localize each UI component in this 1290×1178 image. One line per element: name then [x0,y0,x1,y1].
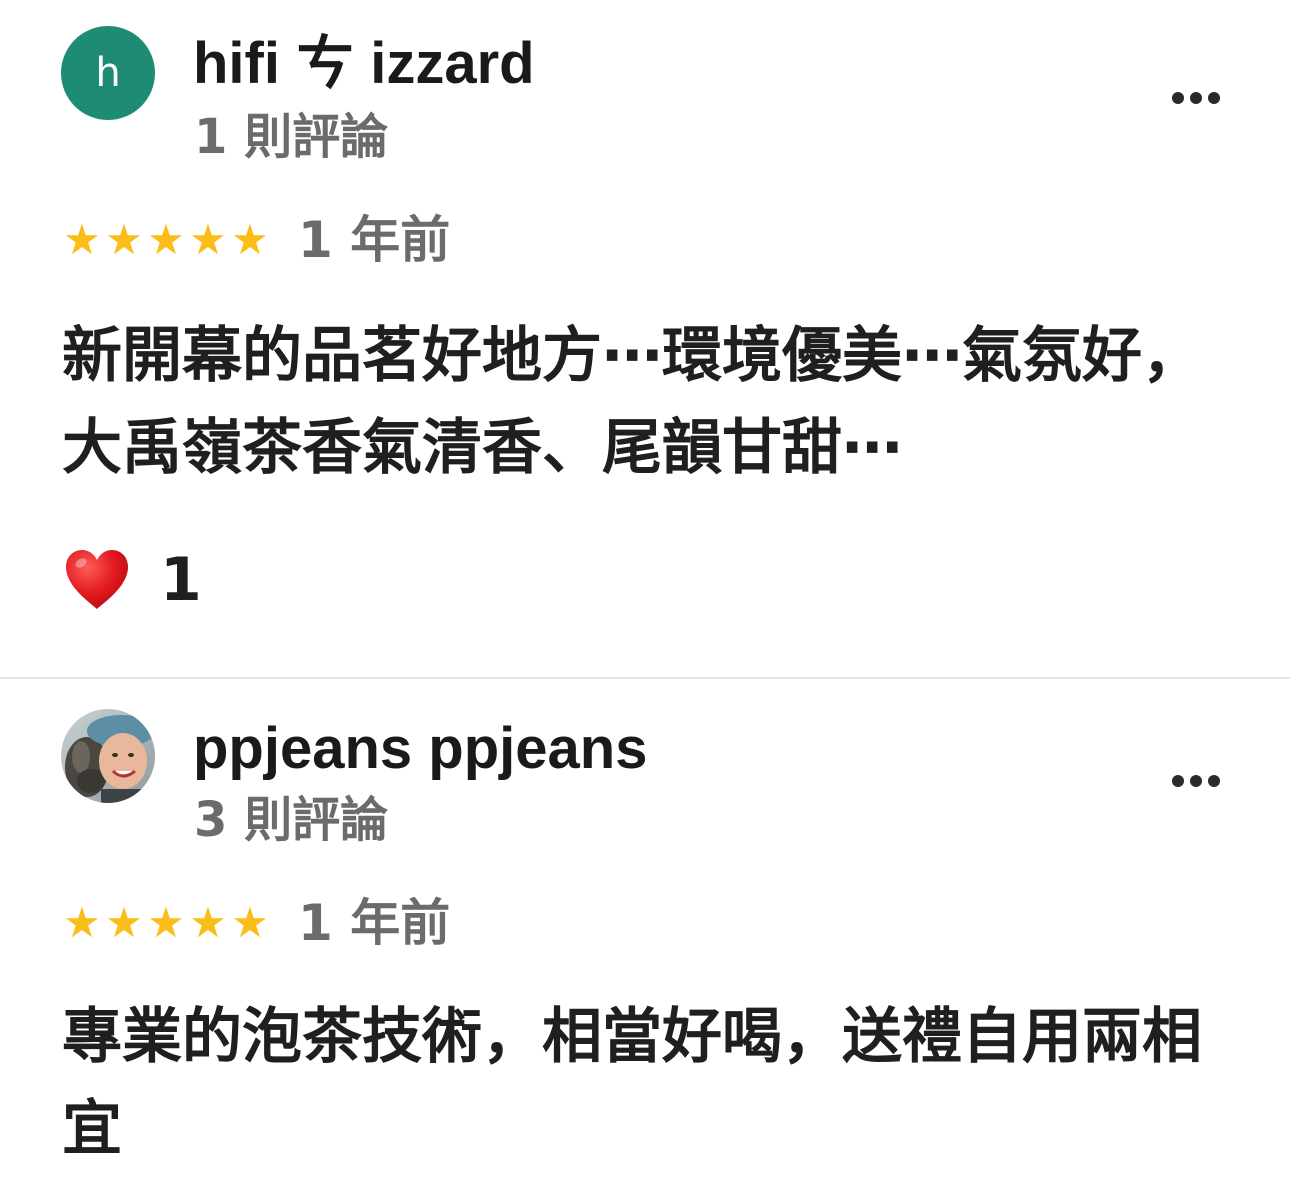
more-options-button[interactable] [1166,761,1226,801]
reviewer-name[interactable]: ppjeans ppjeans [193,717,647,781]
more-options-button[interactable] [1166,78,1226,118]
rating-row: ★ ★ ★ ★ ★ 1 年前 [62,210,450,270]
star-rating: ★ ★ ★ ★ ★ [62,219,270,261]
review-time: 1 年前 [298,894,451,952]
star-icon: ★ [147,898,185,947]
star-icon: ★ [105,215,143,264]
star-icon: ★ [63,898,101,947]
more-dot-icon [1172,775,1184,787]
review-text: 專業的泡茶技術，相當好喝，送禮自用兩相宜 [62,1002,1202,1164]
review-card: ppjeans ppjeans 3 則評論 ★ ★ ★ ★ ★ 1 年前 專業的… [0,679,1290,1178]
review-card: h hifi ㄘ izzard 1 則評論 ★ ★ ★ ★ ★ 1 年前 新開幕… [0,0,1290,678]
star-icon: ★ [105,898,143,947]
heart-reaction-button[interactable]: 1 [62,545,202,615]
reviewer-review-count: 3 則評論 [194,792,389,848]
star-icon: ★ [147,215,185,264]
rating-row: ★ ★ ★ ★ ★ 1 年前 [62,893,450,953]
more-dot-icon [1172,92,1184,104]
reviewer-review-count: 1 則評論 [194,109,389,165]
star-icon: ★ [231,898,269,947]
more-dot-icon [1208,775,1220,787]
star-icon: ★ [189,215,227,264]
avatar-photo-icon [61,709,155,803]
star-icon: ★ [63,215,101,264]
star-icon: ★ [231,215,269,264]
review-time: 1 年前 [298,211,451,269]
reviewer-name[interactable]: hifi ㄘ izzard [193,32,535,96]
reviewer-avatar[interactable]: h [61,26,155,120]
more-dot-icon [1190,775,1202,787]
reviewer-avatar[interactable] [61,709,155,803]
review-text: 新開幕的品茗好地方⋯環境優美⋯氣氛好，大禹嶺茶香氣清香、尾韻甘甜⋯ [62,321,1202,483]
reaction-count: 1 [160,545,202,615]
more-dot-icon [1208,92,1220,104]
star-icon: ★ [189,898,227,947]
more-dot-icon [1190,92,1202,104]
star-rating: ★ ★ ★ ★ ★ [62,902,270,944]
heart-icon [62,547,132,613]
